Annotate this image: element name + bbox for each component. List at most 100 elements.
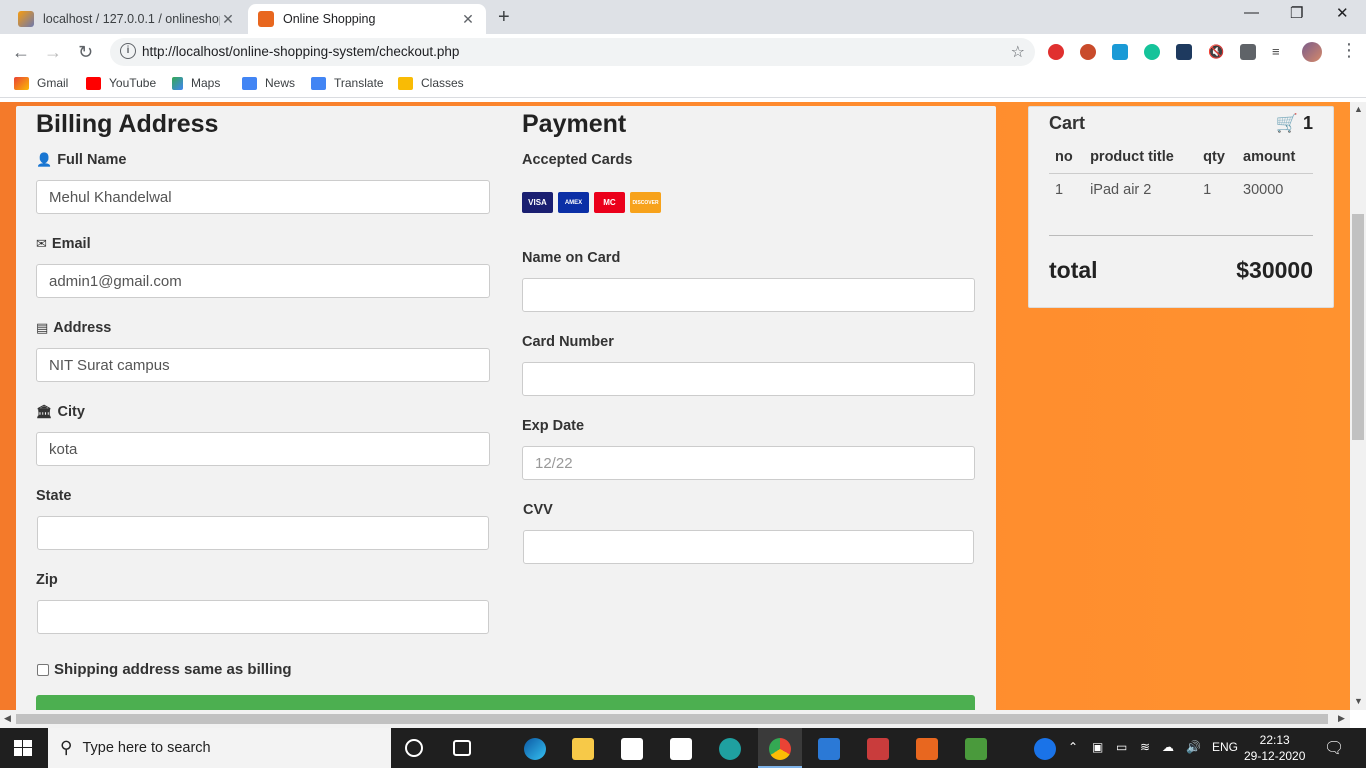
bookmark-gmail[interactable]: Gmail: [14, 76, 68, 90]
col-amount: amount: [1237, 143, 1313, 174]
reload-icon[interactable]: ↻: [78, 42, 93, 63]
back-arrow-icon[interactable]: ←: [12, 42, 30, 63]
taskbar-search-box[interactable]: ⚲ Type here to search: [48, 728, 391, 768]
battery-icon[interactable]: ▭: [1116, 740, 1127, 754]
window-close-icon[interactable]: ✕: [1336, 4, 1349, 22]
bookmark-label: YouTube: [109, 76, 157, 90]
mute-icon[interactable]: 🔇: [1208, 44, 1224, 60]
table-row: 1 iPad air 2 1 30000: [1049, 174, 1313, 205]
cell-product[interactable]: iPad air 2: [1084, 174, 1197, 205]
zip-input[interactable]: [37, 600, 489, 634]
xampp-icon[interactable]: [916, 738, 938, 760]
maximize-icon[interactable]: ❐: [1290, 4, 1303, 22]
store-icon[interactable]: [621, 738, 643, 760]
label-text: Address: [53, 320, 112, 336]
address-input[interactable]: NIT Surat campus: [36, 348, 490, 382]
user-icon: 👤: [36, 152, 53, 167]
checkout-form-card: Billing Address 👤 Full Name Mehul Khande…: [16, 106, 996, 710]
app-icon[interactable]: [867, 738, 889, 760]
chevron-up-icon[interactable]: ⌃: [1068, 740, 1078, 754]
info-icon[interactable]: i: [120, 43, 136, 59]
edge-icon[interactable]: [524, 738, 546, 760]
menu-icon[interactable]: ⋮: [1340, 40, 1358, 61]
wifi-icon[interactable]: ≋: [1140, 740, 1150, 754]
same-shipping-checkbox[interactable]: Shipping address same as billing: [37, 661, 292, 678]
cart-title: Cart: [1049, 113, 1086, 133]
minimize-icon[interactable]: —: [1244, 4, 1259, 21]
checkbox-box[interactable]: [37, 663, 49, 676]
gmail-icon: [14, 76, 29, 90]
media-queue-icon[interactable]: ≡: [1272, 44, 1288, 60]
cvv-input[interactable]: [523, 530, 974, 564]
bookmark-maps[interactable]: Maps: [172, 76, 220, 90]
total-value: $30000: [1236, 257, 1313, 283]
card-brands: VISA AMEX MC DISCOVER: [522, 192, 661, 213]
continue-checkout-button[interactable]: [36, 695, 975, 710]
bookmark-star-icon[interactable]: ☆: [1011, 42, 1025, 62]
scroll-left-icon[interactable]: ◀: [4, 713, 11, 724]
url-text: http://localhost/online-shopping-system/…: [142, 44, 460, 59]
windows-start-icon[interactable]: [14, 740, 32, 756]
file-explorer-icon[interactable]: [572, 738, 594, 760]
chrome-icon[interactable]: [769, 738, 791, 760]
new-tab-button[interactable]: +: [498, 6, 510, 29]
translate-icon: [311, 76, 326, 90]
envelope-icon: ✉: [36, 236, 47, 251]
city-input[interactable]: kota: [36, 432, 490, 466]
state-input[interactable]: [37, 516, 489, 550]
horizontal-scrollbar[interactable]: ◀ ▶: [0, 710, 1350, 728]
scroll-right-icon[interactable]: ▶: [1338, 713, 1345, 724]
shopping-cart-icon: 🛒: [1275, 113, 1298, 133]
clock[interactable]: 22:13 29-12-2020: [1244, 732, 1305, 764]
close-icon[interactable]: ✕: [460, 11, 476, 28]
close-icon[interactable]: ✕: [220, 11, 236, 28]
bookmark-news[interactable]: News: [242, 76, 295, 90]
arduino-icon[interactable]: [719, 738, 741, 760]
profile-avatar[interactable]: [1302, 42, 1322, 62]
language-indicator[interactable]: ENG: [1212, 740, 1238, 754]
editor-icon[interactable]: [965, 738, 987, 760]
extension-icon[interactable]: [1048, 44, 1064, 60]
payment-title: Payment: [522, 110, 627, 138]
forward-arrow-icon[interactable]: →: [44, 42, 62, 63]
bookmark-classes[interactable]: Classes: [398, 76, 464, 90]
extension-icon[interactable]: [1112, 44, 1128, 60]
bookmark-youtube[interactable]: YouTube: [86, 76, 156, 90]
accepted-cards-label: Accepted Cards: [522, 152, 633, 168]
windows-taskbar: ⚲ Type here to search ⌃ ▣ ▭ ≋ ☁ 🔊 ENG 22…: [0, 728, 1366, 768]
exp-date-label: Exp Date: [522, 418, 585, 434]
tab-phpmyadmin[interactable]: localhost / 127.0.0.1 / onlineshop ✕: [8, 4, 246, 34]
scroll-up-icon[interactable]: ▲: [1354, 104, 1363, 114]
card-number-input[interactable]: [522, 362, 975, 396]
meet-icon[interactable]: ▣: [1092, 740, 1103, 754]
clock-date: 29-12-2020: [1244, 749, 1306, 763]
onedrive-icon[interactable]: ☁: [1162, 740, 1174, 754]
extension-icon[interactable]: [1176, 44, 1192, 60]
browser-tab-strip: localhost / 127.0.0.1 / onlineshop ✕ Onl…: [0, 0, 1366, 34]
cortana-icon[interactable]: [405, 739, 423, 757]
extensions-puzzle-icon[interactable]: [1240, 44, 1256, 60]
discover-icon: DISCOVER: [630, 192, 661, 213]
notifications-icon[interactable]: 🗨: [1324, 738, 1344, 758]
vertical-scrollbar[interactable]: ▲ ▼: [1350, 102, 1366, 710]
name-on-card-input[interactable]: [522, 278, 975, 312]
grammarly-icon[interactable]: [1144, 44, 1160, 60]
scrollbar-thumb[interactable]: [16, 714, 1328, 724]
help-icon[interactable]: [1034, 738, 1056, 760]
scrollbar-thumb[interactable]: [1352, 214, 1364, 440]
address-bar[interactable]: i http://localhost/online-shopping-syste…: [110, 38, 1035, 66]
mail-icon[interactable]: [818, 738, 840, 760]
extension-icon[interactable]: [1080, 44, 1096, 60]
task-view-icon[interactable]: [453, 740, 471, 756]
cart-count-value: 1: [1302, 113, 1313, 133]
email-input[interactable]: admin1@gmail.com: [36, 264, 490, 298]
dropbox-icon[interactable]: [670, 738, 692, 760]
tab-online-shopping[interactable]: Online Shopping ✕: [248, 4, 486, 34]
phpmyadmin-icon: [18, 11, 34, 27]
exp-date-input[interactable]: 12/22: [522, 446, 975, 480]
scroll-down-icon[interactable]: ▼: [1354, 696, 1363, 706]
bookmark-translate[interactable]: Translate: [311, 76, 384, 90]
volume-icon[interactable]: 🔊: [1186, 740, 1201, 754]
fullname-input[interactable]: Mehul Khandelwal: [36, 180, 490, 214]
maps-icon: [172, 76, 183, 90]
